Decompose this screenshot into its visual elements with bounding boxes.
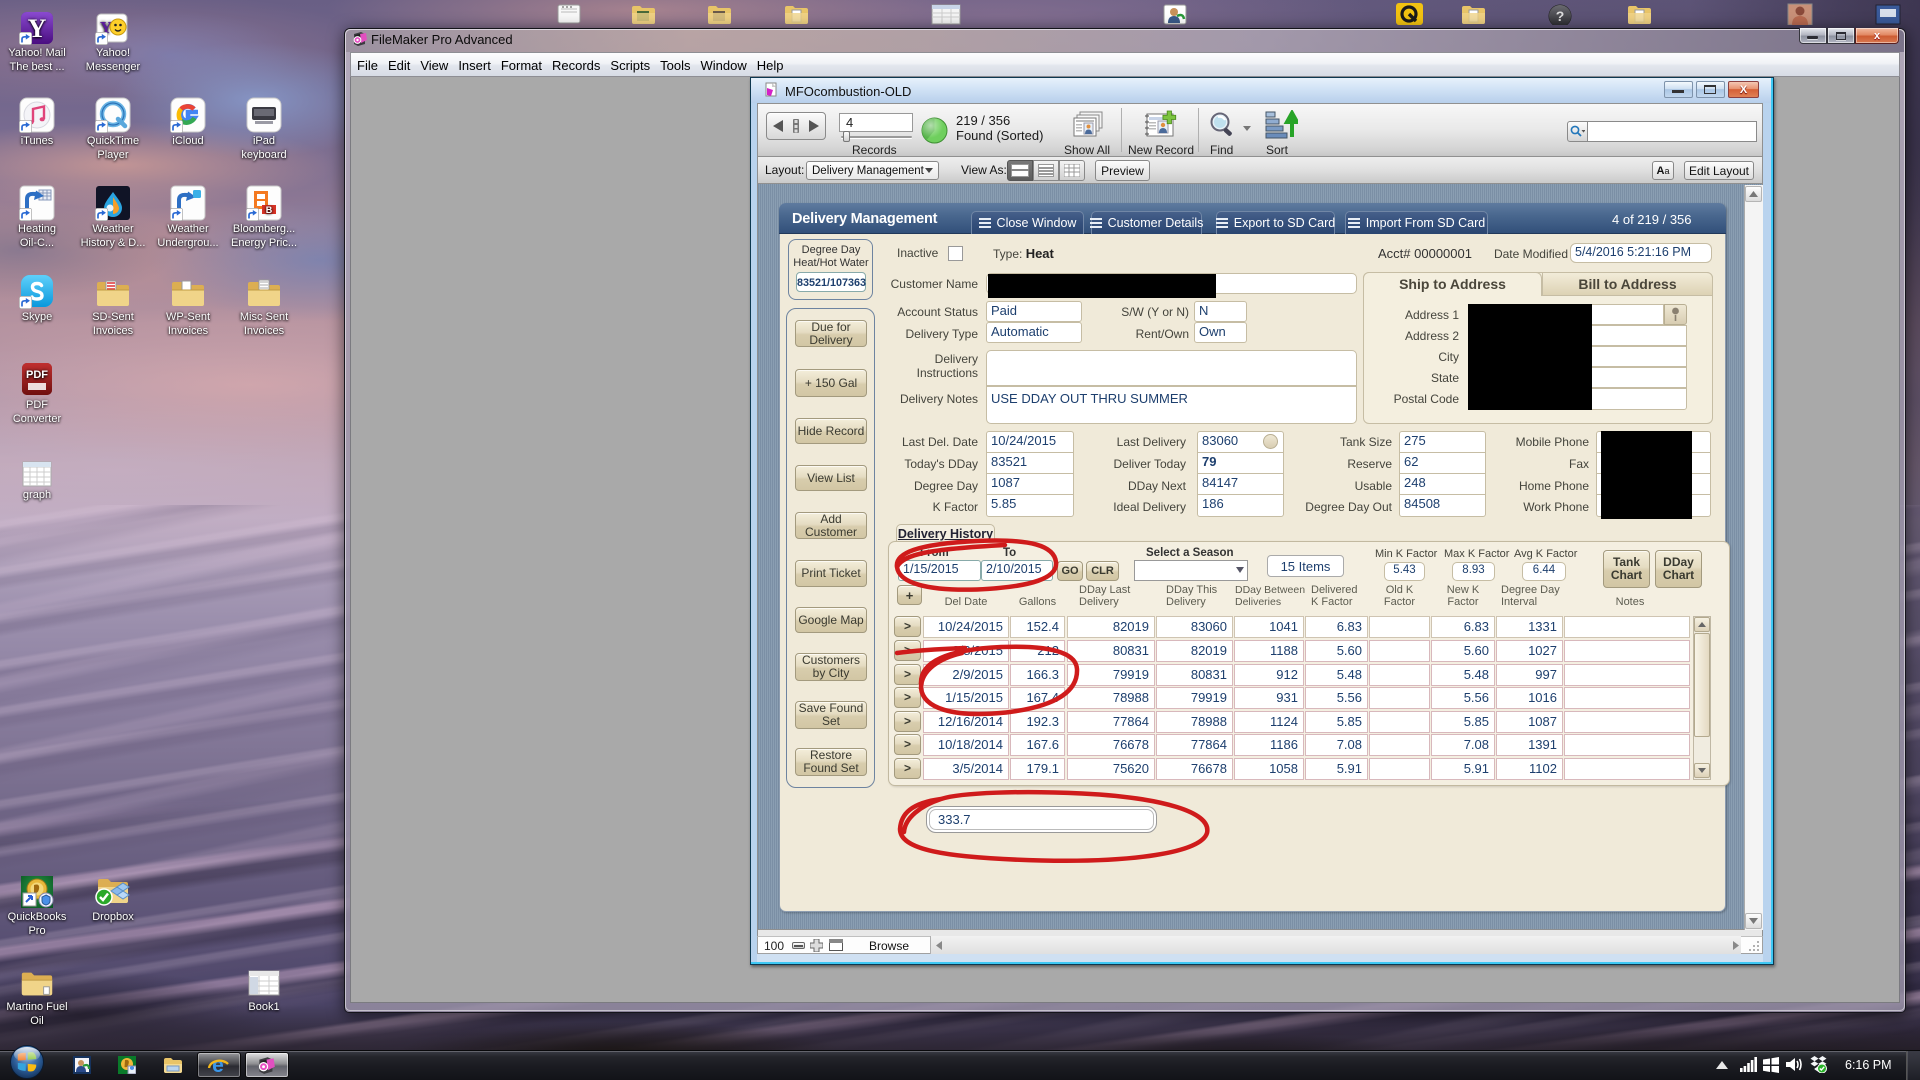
svg-text:e: e	[212, 1055, 224, 1076]
svg-text:?: ?	[1556, 8, 1565, 24]
svg-text:PDF: PDF	[26, 369, 48, 381]
svg-text:B: B	[266, 205, 273, 215]
